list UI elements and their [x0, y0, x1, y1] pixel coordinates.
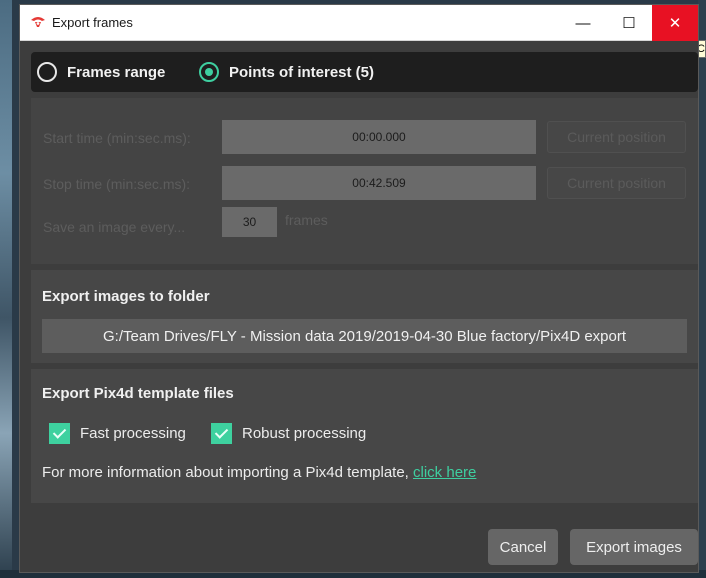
export-images-button[interactable]: Export images [570, 529, 698, 565]
title-bar[interactable]: Export frames — ☐ ✕ [20, 5, 698, 41]
fast-processing-label: Fast processing [80, 425, 186, 442]
save-every-label: Save an image every... [43, 219, 186, 235]
start-current-position-button[interactable]: Current position [547, 121, 686, 153]
desktop-background [0, 0, 12, 578]
click-here-link[interactable]: click here [413, 464, 476, 481]
robust-processing-checkbox[interactable]: Robust processing [211, 423, 366, 444]
radio-frames-range[interactable]: Frames range [37, 61, 165, 83]
window-title: Export frames [52, 15, 133, 30]
frames-unit-label: frames [285, 212, 328, 228]
stop-time-input[interactable]: 00:42.509 [222, 166, 536, 200]
dialog-content: Frames range Points of interest (5) Star… [20, 41, 698, 572]
pix4d-info-text: For more information about importing a P… [42, 464, 476, 481]
start-time-input[interactable]: 00:00.000 [222, 120, 536, 154]
drone-logo-icon [31, 17, 45, 27]
fast-processing-checkbox[interactable]: Fast processing [49, 423, 186, 444]
mode-selector: Frames range Points of interest (5) [31, 52, 698, 92]
close-button[interactable]: ✕ [652, 5, 698, 41]
radio-label-frames-range: Frames range [67, 63, 166, 81]
radio-points-of-interest[interactable]: Points of interest (5) [199, 61, 374, 83]
pix4d-template-panel: Export Pix4d template files Fast process… [31, 369, 698, 503]
frame-interval-input[interactable]: 30 [222, 207, 277, 237]
checkbox-checked-icon [49, 423, 70, 444]
robust-processing-label: Robust processing [242, 425, 367, 442]
radio-label-points-of-interest: Points of interest (5) [229, 63, 375, 81]
stop-current-position-button[interactable]: Current position [547, 167, 686, 199]
export-folder-title: Export images to folder [42, 288, 210, 305]
minimize-button[interactable]: — [560, 5, 606, 41]
start-time-label: Start time (min:sec.ms): [43, 130, 191, 146]
desktop-background-right [698, 0, 706, 578]
stop-time-label: Stop time (min:sec.ms): [43, 176, 191, 192]
cancel-button[interactable]: Cancel [488, 529, 558, 565]
export-folder-path-input[interactable]: G:/Team Drives/FLY - Mission data 2019/2… [42, 319, 687, 353]
pix4d-info-label: For more information about importing a P… [42, 464, 414, 481]
pix4d-panel-title: Export Pix4d template files [42, 385, 234, 402]
maximize-button[interactable]: ☐ [606, 5, 652, 41]
export-frames-dialog: Export frames — ☐ ✕ Frames range Points … [19, 4, 699, 573]
export-folder-panel: Export images to folder G:/Team Drives/F… [31, 270, 698, 363]
checkbox-checked-icon [211, 423, 232, 444]
radio-unchecked-icon [37, 62, 57, 82]
time-range-panel: Start time (min:sec.ms): 00:00.000 Curre… [31, 98, 698, 264]
radio-checked-icon [199, 62, 219, 82]
